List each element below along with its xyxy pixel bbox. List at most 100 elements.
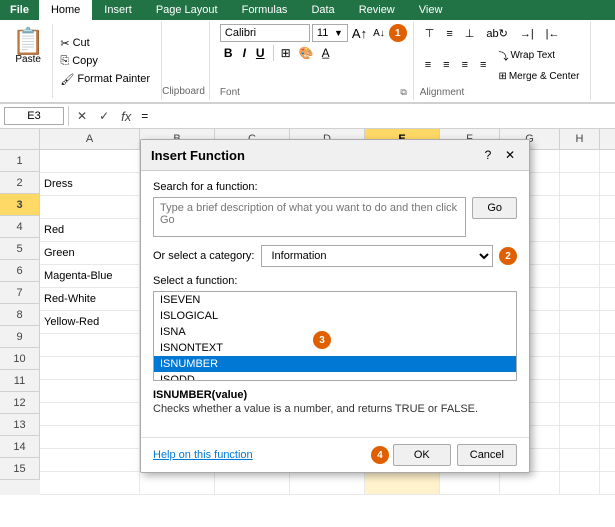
ok-button[interactable]: OK xyxy=(393,444,451,466)
cell-h5[interactable] xyxy=(560,242,600,264)
row-num-9[interactable]: 9 xyxy=(0,326,40,348)
cell-h6[interactable] xyxy=(560,265,600,287)
cell-h8[interactable] xyxy=(560,311,600,333)
row-num-2[interactable]: 2 xyxy=(0,172,40,194)
cell-c15[interactable] xyxy=(215,472,290,494)
row-num-6[interactable]: 6 xyxy=(0,260,40,282)
cell-h10[interactable] xyxy=(560,357,600,379)
cell-a15[interactable] xyxy=(40,472,140,494)
row-num-8[interactable]: 8 xyxy=(0,304,40,326)
cell-f15[interactable] xyxy=(440,472,500,494)
function-item-iseven[interactable]: ISEVEN xyxy=(154,292,516,308)
cell-e15[interactable] xyxy=(365,472,440,494)
cell-a12[interactable] xyxy=(40,403,140,425)
fill-color-button[interactable]: 🎨 xyxy=(296,45,317,61)
function-item-isnontext[interactable]: ISNONTEXT xyxy=(154,340,516,356)
row-num-15[interactable]: 15 xyxy=(0,458,40,480)
cancel-button[interactable]: Cancel xyxy=(457,444,517,466)
cell-h2[interactable] xyxy=(560,173,600,195)
cell-a14[interactable] xyxy=(40,449,140,471)
cell-a1[interactable] xyxy=(40,150,140,172)
row-num-10[interactable]: 10 xyxy=(0,348,40,370)
cell-a4[interactable]: Red xyxy=(40,219,140,241)
insert-function-button[interactable]: fx xyxy=(117,107,135,126)
justify-button[interactable]: ≡ xyxy=(475,56,491,74)
indent-decrease-button[interactable]: |← xyxy=(541,25,565,43)
cell-a3[interactable] xyxy=(40,196,140,218)
cell-b15[interactable] xyxy=(140,472,215,494)
tab-insert[interactable]: Insert xyxy=(92,0,144,20)
cell-h15[interactable] xyxy=(560,472,600,494)
cancel-formula-button[interactable]: ✕ xyxy=(73,107,91,125)
italic-button[interactable]: I xyxy=(239,44,250,62)
row-num-11[interactable]: 11 xyxy=(0,370,40,392)
row-num-13[interactable]: 13 xyxy=(0,414,40,436)
paste-button[interactable]: 📋 Paste xyxy=(4,24,53,98)
tab-review[interactable]: Review xyxy=(347,0,407,20)
function-item-islogical[interactable]: ISLOGICAL xyxy=(154,308,516,324)
formula-input[interactable] xyxy=(139,107,611,125)
cell-g15[interactable] xyxy=(500,472,560,494)
row-num-7[interactable]: 7 xyxy=(0,282,40,304)
tab-page-layout[interactable]: Page Layout xyxy=(144,0,230,20)
cell-a11[interactable] xyxy=(40,380,140,402)
underline-button[interactable]: U xyxy=(252,44,269,62)
tab-file[interactable]: File xyxy=(0,0,39,20)
align-right-button[interactable]: ≡ xyxy=(457,56,473,74)
cell-a7[interactable]: Red-White xyxy=(40,288,140,310)
orient-button[interactable]: ab↻ xyxy=(481,24,512,43)
tab-view[interactable]: View xyxy=(407,0,455,20)
function-item-isodd[interactable]: ISODD xyxy=(154,372,516,381)
search-function-input[interactable] xyxy=(153,197,466,237)
row-num-4[interactable]: 4 xyxy=(0,216,40,238)
function-item-isnumber[interactable]: ISNUMBER xyxy=(154,356,516,372)
cell-h9[interactable] xyxy=(560,334,600,356)
align-bottom-button[interactable]: ⊥ xyxy=(460,24,480,43)
dialog-help-button[interactable]: ? xyxy=(479,146,497,164)
tab-home[interactable]: Home xyxy=(39,0,92,20)
merge-center-button[interactable]: ⊞ Merge & Center xyxy=(493,68,584,85)
col-header-h[interactable]: H xyxy=(560,129,600,149)
cell-h13[interactable] xyxy=(560,426,600,448)
align-center-button[interactable]: ≡ xyxy=(438,56,454,74)
border-button[interactable]: ⊞ xyxy=(278,45,294,61)
cell-a10[interactable] xyxy=(40,357,140,379)
indent-increase-button[interactable]: →| xyxy=(515,25,539,43)
tab-formulas[interactable]: Formulas xyxy=(230,0,300,20)
font-group-expander[interactable]: ⧉ xyxy=(400,87,406,98)
tab-data[interactable]: Data xyxy=(299,0,346,20)
align-middle-button[interactable]: ≡ xyxy=(441,25,457,43)
help-link[interactable]: Help on this function xyxy=(153,449,253,461)
increase-font-icon[interactable]: A↑ xyxy=(350,25,369,42)
row-num-5[interactable]: 5 xyxy=(0,238,40,260)
cell-h4[interactable] xyxy=(560,219,600,241)
cell-h14[interactable] xyxy=(560,449,600,471)
confirm-formula-button[interactable]: ✓ xyxy=(95,107,113,125)
align-top-button[interactable]: ⊤ xyxy=(420,24,440,43)
function-item-isna[interactable]: ISNA xyxy=(154,324,516,340)
go-button[interactable]: Go xyxy=(472,197,517,219)
format-painter-button[interactable]: 🖌 Format Painter xyxy=(57,71,153,88)
cell-h3[interactable] xyxy=(560,196,600,218)
cell-h1[interactable] xyxy=(560,150,600,172)
decrease-font-icon[interactable]: A↓ xyxy=(371,27,387,40)
cell-ref-input[interactable] xyxy=(4,107,64,125)
cut-button[interactable]: ✂ Cut xyxy=(57,35,153,52)
cell-d15[interactable] xyxy=(290,472,365,494)
cell-a8[interactable]: Yellow-Red xyxy=(40,311,140,333)
font-name-select[interactable]: Calibri xyxy=(220,24,310,42)
cell-a9[interactable] xyxy=(40,334,140,356)
cell-h12[interactable] xyxy=(560,403,600,425)
category-select[interactable]: Information Most Recently Used All Finan… xyxy=(261,245,494,267)
row-num-3[interactable]: 3 xyxy=(0,194,40,216)
font-size-select[interactable]: 11 ▼ xyxy=(312,24,348,42)
cell-a2[interactable]: Dress xyxy=(40,173,140,195)
wrap-text-button[interactable]: ⤵ Wrap Text xyxy=(493,45,584,66)
row-num-14[interactable]: 14 xyxy=(0,436,40,458)
cell-h7[interactable] xyxy=(560,288,600,310)
row-num-1[interactable]: 1 xyxy=(0,150,40,172)
align-left-button[interactable]: ≡ xyxy=(420,56,436,74)
col-header-a[interactable]: A xyxy=(40,129,140,149)
dialog-close-button[interactable]: ✕ xyxy=(501,146,519,164)
cell-a13[interactable] xyxy=(40,426,140,448)
